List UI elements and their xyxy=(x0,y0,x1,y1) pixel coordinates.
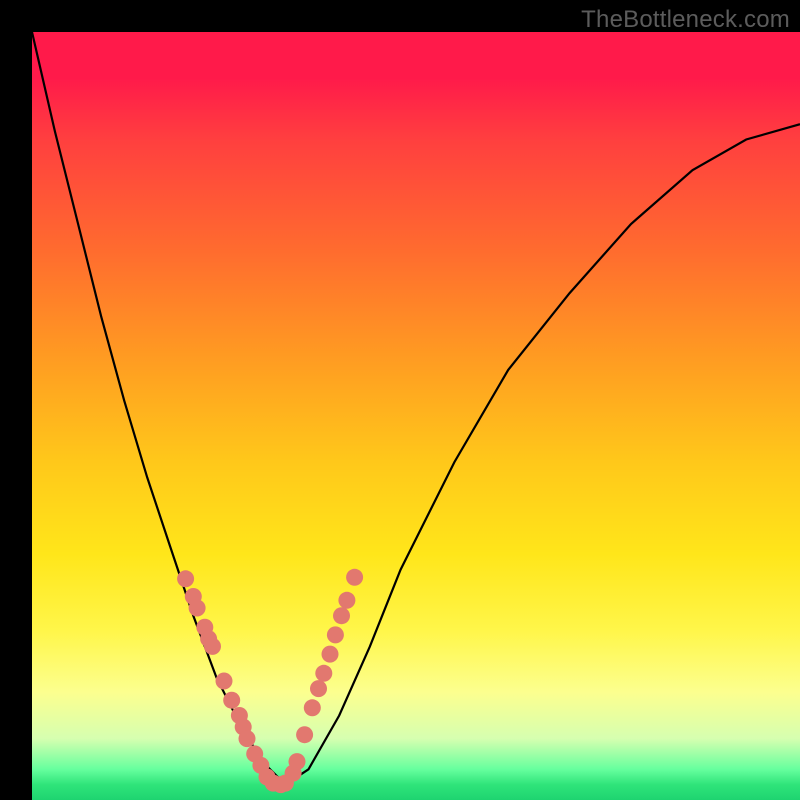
data-marker xyxy=(296,726,313,743)
data-marker xyxy=(239,730,256,747)
data-marker xyxy=(223,692,240,709)
data-marker xyxy=(327,626,344,643)
data-marker xyxy=(346,569,363,586)
bottleneck-curve xyxy=(32,32,800,785)
data-marker xyxy=(289,753,306,770)
data-marker xyxy=(189,600,206,617)
data-marker xyxy=(333,607,350,624)
plot-area xyxy=(32,32,800,800)
data-marker xyxy=(216,673,233,690)
chart-frame: TheBottleneck.com xyxy=(0,0,800,800)
watermark-text: TheBottleneck.com xyxy=(581,6,790,34)
data-marker xyxy=(177,570,194,587)
data-marker xyxy=(315,665,332,682)
data-marker xyxy=(204,638,221,655)
data-marker xyxy=(322,646,339,663)
marker-group xyxy=(177,569,363,793)
data-marker xyxy=(310,680,327,697)
data-marker xyxy=(338,592,355,609)
chart-svg xyxy=(32,32,800,800)
data-marker xyxy=(304,699,321,716)
